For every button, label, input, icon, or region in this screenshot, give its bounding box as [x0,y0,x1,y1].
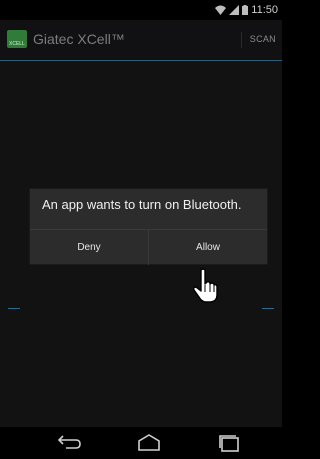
battery-icon [242,5,249,15]
action-bar-divider [241,32,242,48]
background-divider-left [8,308,20,309]
status-bar: 11:50 [0,0,282,20]
scan-button[interactable]: SCAN [250,34,276,44]
app-logo[interactable]: XCELL [7,30,27,48]
wifi-icon [215,5,227,15]
hand-cursor-icon [193,268,218,303]
bluetooth-permission-dialog: An app wants to turn on Bluetooth. Deny … [30,189,267,265]
navigation-bar [0,427,282,459]
action-bar: XCELL Giatec XCell™ SCAN [0,20,282,61]
dialog-message: An app wants to turn on Bluetooth. [42,197,242,212]
back-icon[interactable] [56,433,82,453]
background-divider-right [262,308,274,309]
deny-button[interactable]: Deny [30,230,149,265]
dialog-button-bar: Deny Allow [30,229,267,265]
allow-button[interactable]: Allow [149,230,267,265]
status-icons: 11:50 [215,4,278,16]
recent-apps-icon[interactable] [216,433,242,453]
status-time: 11:50 [251,4,278,16]
app-title: Giatec XCell™ [33,31,125,47]
signal-icon [229,5,240,15]
home-icon[interactable] [136,433,162,453]
app-logo-text: XCELL [9,41,25,47]
